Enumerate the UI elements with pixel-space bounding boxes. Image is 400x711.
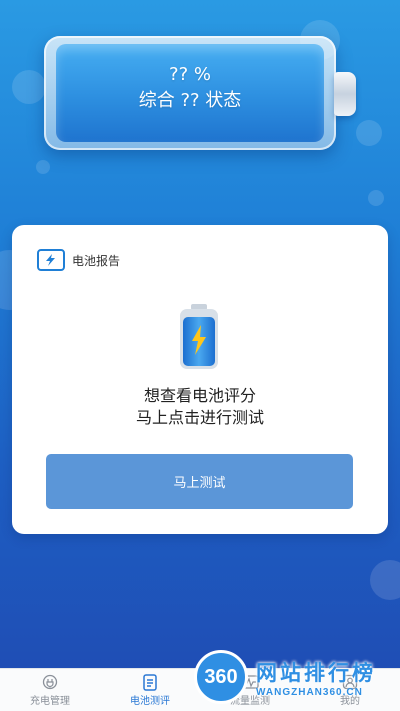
tab-charge-management[interactable]: 充电管理 [0,669,100,711]
tab-battery-test[interactable]: 电池测评 [100,669,200,711]
clipboard-icon [141,673,159,691]
battery-percent: ?? % [169,64,211,85]
report-message-line2: 马上点击进行测试 [135,408,264,427]
start-test-button[interactable]: 马上测试 [46,454,353,509]
tab-label: 充电管理 [30,696,70,707]
plug-icon [41,673,59,691]
bubble-decoration [12,70,46,104]
watermark-logo: 360 [194,650,248,704]
report-title: 电池报告 [72,253,121,268]
watermark-title: 网站排行榜 [256,661,376,685]
watermark-subtitle: WANGZHAN360.CN [256,687,363,698]
battery-report-card: 电池报告 想查看电池评分 马上点击进行测试 马上测试 [12,225,388,534]
bubble-decoration [368,190,384,206]
battery-cap [334,72,356,116]
bubble-decoration [36,160,50,174]
battery-overall-status: 综合 ?? 状态 [138,90,242,111]
tab-label: 电池测评 [130,696,170,707]
bubble-decoration [356,120,382,146]
battery-status-text: ?? % 综合 ?? 状态 [44,62,336,114]
battery-charge-icon [37,249,65,271]
report-message: 想查看电池评分 马上点击进行测试 [12,385,388,429]
bubble-decoration [370,560,400,600]
battery-illustration-icon [180,304,218,369]
report-header: 电池报告 [37,249,120,271]
report-message-line1: 想查看电池评分 [143,386,256,405]
